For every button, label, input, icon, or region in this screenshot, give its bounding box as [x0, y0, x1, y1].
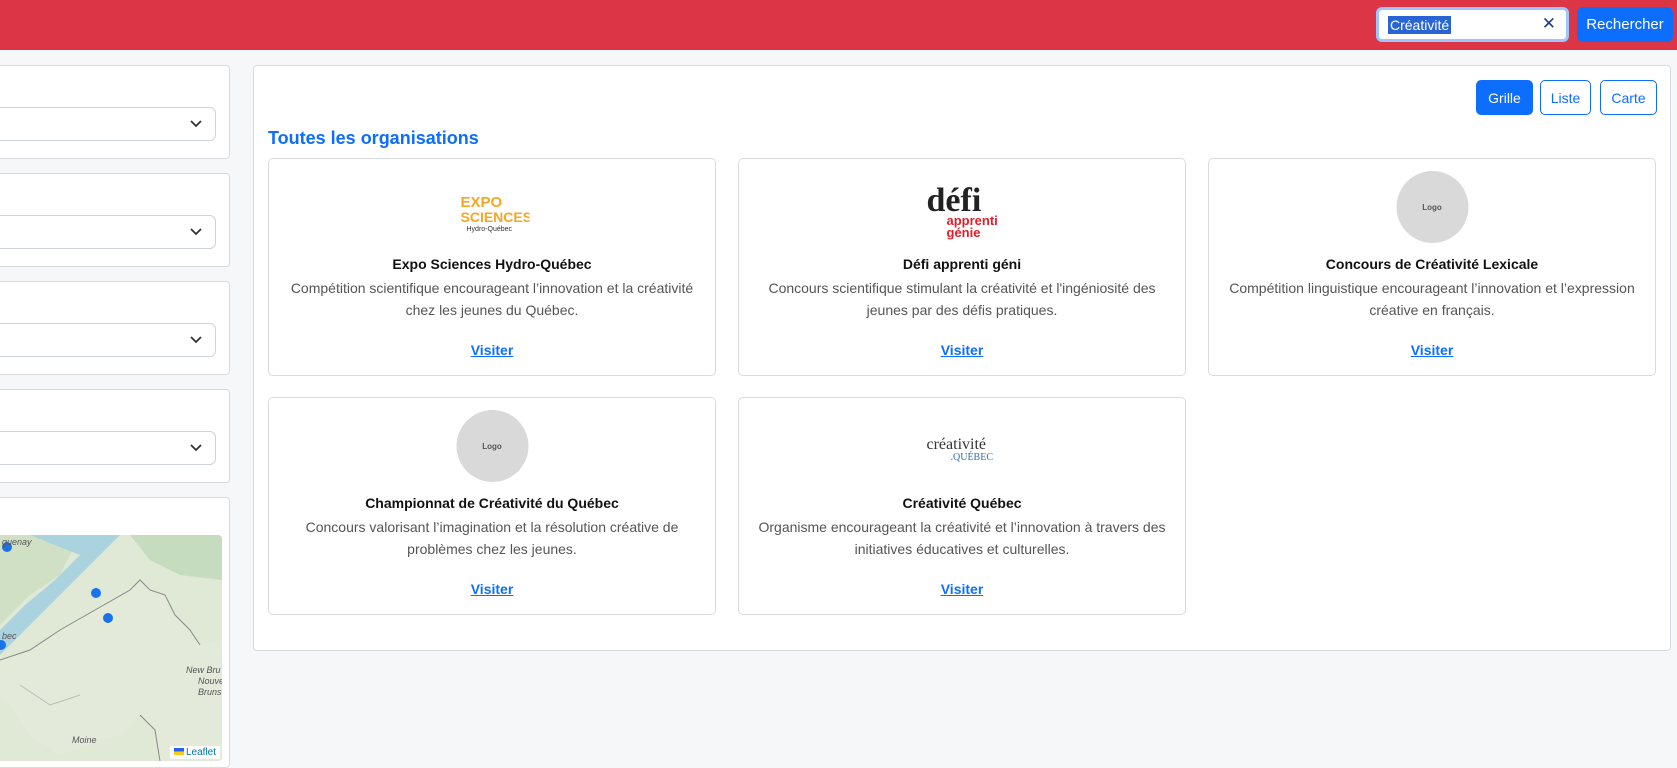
org-logo: Logo — [1395, 171, 1470, 246]
logo-text: génie — [947, 225, 981, 240]
visit-link[interactable]: Visiter — [1209, 342, 1655, 358]
map-marker[interactable] — [91, 588, 101, 598]
map-label: Bruns — [198, 687, 222, 697]
org-name: Championnat de Créativité du Québec — [365, 495, 619, 511]
close-icon[interactable]: ✕ — [1542, 14, 1556, 34]
map-label: guenay — [2, 537, 32, 547]
chevron-down-icon — [190, 444, 202, 452]
filter-panel-2 — [0, 173, 230, 267]
map-label: Moine — [72, 735, 97, 745]
visit-link[interactable]: Visiter — [269, 342, 715, 358]
org-name: Expo Sciences Hydro-Québec — [392, 256, 592, 272]
search-input[interactable]: Créativité — [1388, 16, 1452, 34]
org-logo: EXPO SCIENCES Hydro-Québec — [455, 171, 533, 246]
filter-panel-3 — [0, 281, 230, 375]
view-list-button[interactable]: Liste — [1540, 80, 1591, 115]
org-name: Défi apprenti géni — [902, 256, 1022, 272]
filter-select-2[interactable] — [0, 215, 216, 249]
view-map-button[interactable]: Carte — [1600, 80, 1657, 115]
map-view[interactable]: guenay bec New Bru Nouve Bruns Moine Lea… — [0, 535, 222, 761]
org-name: Créativité Québec — [902, 495, 1022, 511]
chevron-down-icon — [190, 336, 202, 344]
filter-select-4[interactable] — [0, 431, 216, 465]
visit-link[interactable]: Visiter — [269, 581, 715, 597]
logo-placeholder: Logo — [1396, 171, 1468, 243]
org-description: Compétition scientifique encourageant l’… — [290, 280, 694, 318]
search-button[interactable]: Rechercher — [1577, 7, 1673, 42]
logo-text: créativité — [927, 436, 987, 453]
org-card: Logo Concours de Créativité Lexicale Com… — [1208, 158, 1656, 376]
search-box[interactable]: Créativité ✕ — [1376, 7, 1569, 42]
logo-text: .QUÉBEC — [951, 451, 994, 463]
map-attribution[interactable]: Leaflet — [169, 746, 220, 759]
org-description: Organisme encourageant la créativité et … — [758, 519, 1166, 557]
logo-text: SCIENCES — [461, 209, 530, 225]
org-card: Logo Championnat de Créativité du Québec… — [268, 397, 716, 615]
visit-link[interactable]: Visiter — [739, 581, 1185, 597]
leaflet-link[interactable]: Leaflet — [186, 747, 216, 758]
chevron-down-icon — [190, 228, 202, 236]
filter-panel-1 — [0, 65, 230, 159]
org-logo: créativité .QUÉBEC — [925, 410, 1000, 485]
visit-link[interactable]: Visiter — [739, 342, 1185, 358]
filter-panel-4 — [0, 389, 230, 483]
logo-placeholder: Logo — [456, 410, 528, 482]
chevron-down-icon — [190, 120, 202, 128]
filter-select-3[interactable] — [0, 323, 216, 357]
flag-icon — [173, 748, 184, 755]
filter-select-1[interactable] — [0, 107, 216, 141]
org-logo: Logo — [455, 410, 530, 485]
org-description: Concours valorisant l’imagination et la … — [305, 519, 679, 557]
map-background — [0, 535, 222, 761]
view-grid-button[interactable]: Grille — [1476, 80, 1533, 115]
org-name: Concours de Créativité Lexicale — [1325, 256, 1539, 272]
map-marker[interactable] — [103, 613, 113, 623]
logo-text: Hydro-Québec — [467, 226, 513, 233]
map-label: Nouve — [198, 676, 222, 686]
org-logo: défi apprenti génie — [925, 171, 1000, 246]
section-title: Toutes les organisations — [268, 128, 479, 148]
org-card: créativité .QUÉBEC Créativité Québec Org… — [738, 397, 1186, 615]
org-description: Concours scientifique stimulant la créat… — [768, 280, 1156, 318]
org-card: défi apprenti génie Défi apprenti géni C… — [738, 158, 1186, 376]
org-description: Compétition linguistique encourageant l’… — [1229, 280, 1635, 318]
map-label: bec — [2, 631, 17, 641]
org-card: EXPO SCIENCES Hydro-Québec Expo Sciences… — [268, 158, 716, 376]
map-label: New Bru — [186, 665, 221, 675]
